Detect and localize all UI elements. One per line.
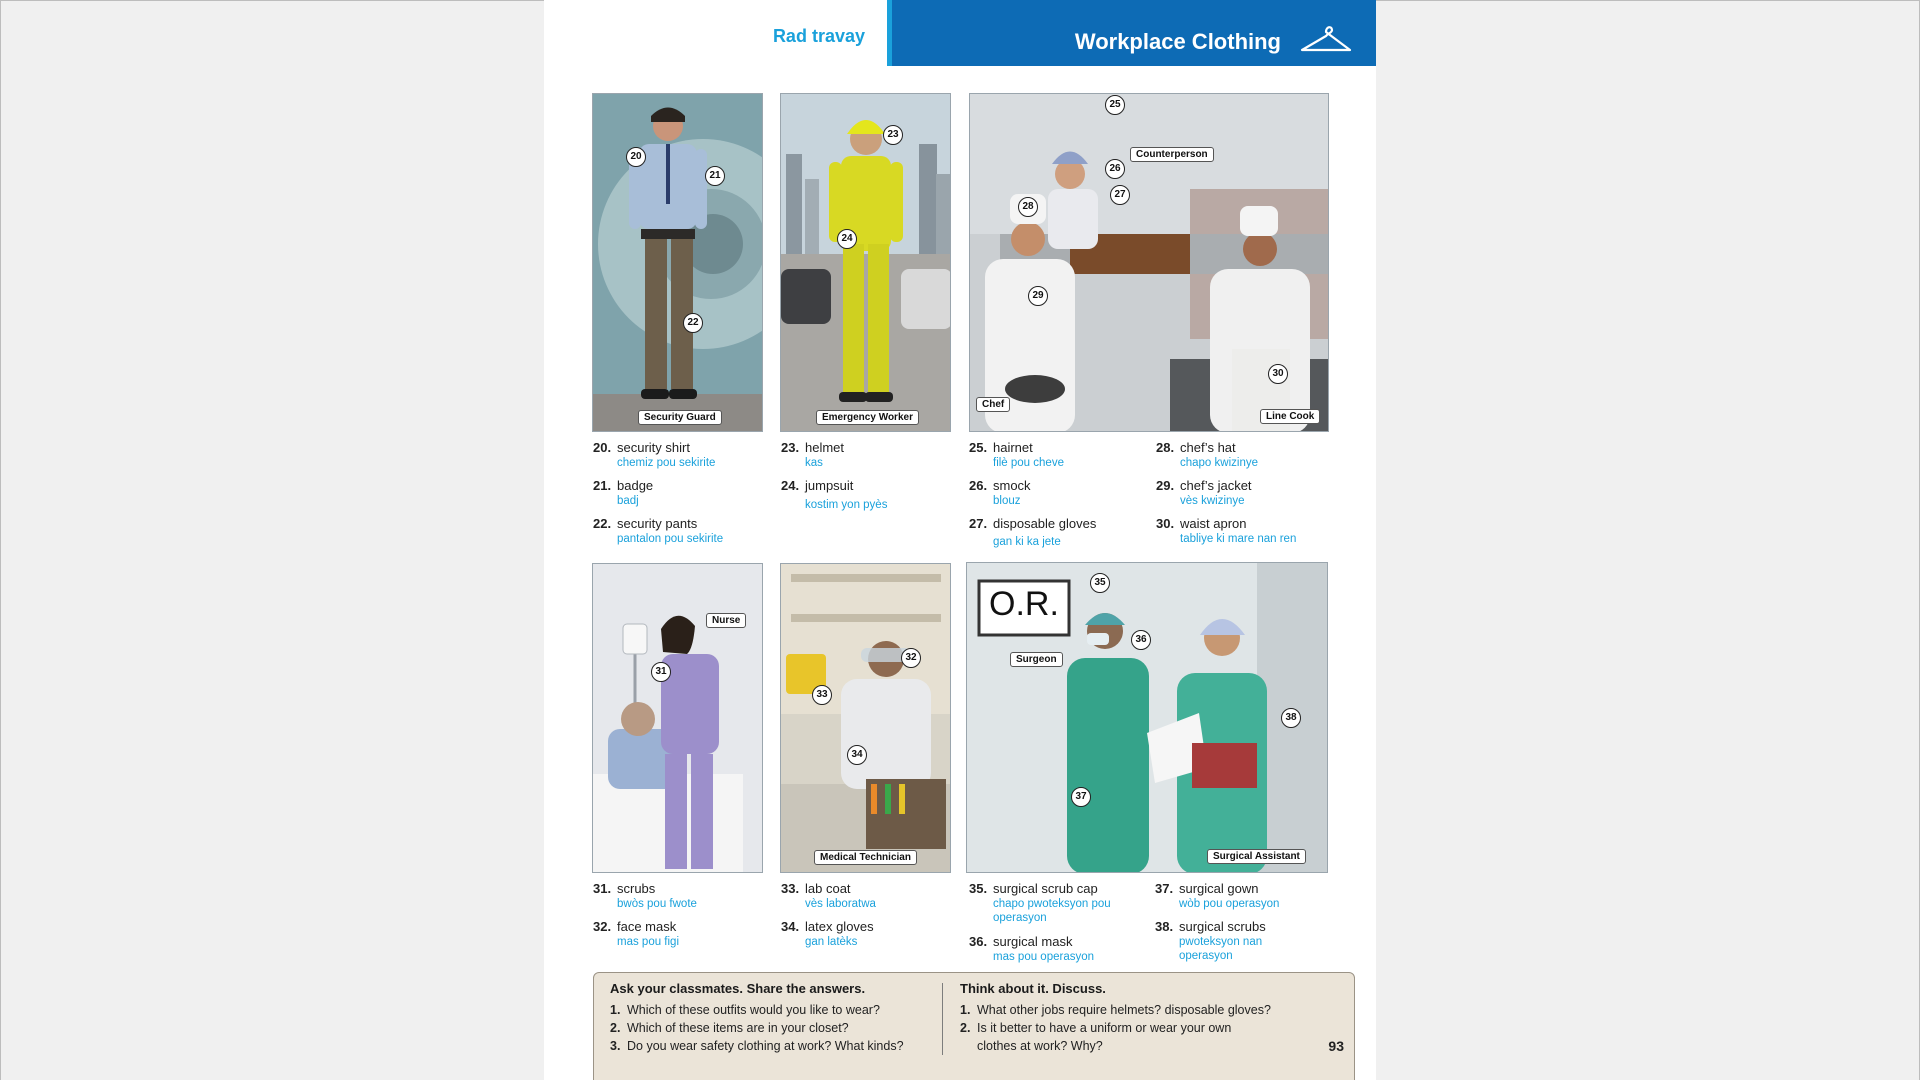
medical-technician-scene [781, 564, 950, 872]
question-left-3: 3. Do you wear safety clothing at work? W… [610, 1039, 904, 1053]
scene-label-surgeon: Surgeon [1010, 652, 1063, 667]
entry-23: 23. helmet kas [781, 440, 845, 469]
header-left: Rad travay [544, 0, 887, 66]
entry-37: 37. surgical gown wòb pou operasyon [1155, 881, 1280, 910]
callout-31: 31 [651, 662, 671, 682]
callout-33: 33 [812, 685, 832, 705]
question-left-1: 1. Which of these outfits would you like … [610, 1003, 880, 1017]
dictionary-page: Rad travay Workplace Clothing 20 21 22 S… [544, 0, 1376, 1080]
entry-30: 30. waist apron tabliye ki mare nan ren [1156, 516, 1297, 545]
entry-27: 27. disposable gloves gan ki ka jete [969, 516, 1097, 548]
scene-label-security-guard: Security Guard [638, 410, 722, 425]
callout-30: 30 [1268, 364, 1288, 384]
question-right-2-cont: clothes at work? Why? [977, 1039, 1103, 1053]
callout-23: 23 [883, 125, 903, 145]
question-divider [942, 983, 943, 1055]
callout-27: 27 [1110, 185, 1130, 205]
scene-label-counterperson: Counterperson [1130, 147, 1214, 162]
callout-32: 32 [901, 648, 921, 668]
scene-label-nurse: Nurse [706, 613, 747, 628]
entry-31: 31. scrubs bwòs pou fwote [593, 881, 697, 910]
entry-24: 24. jumpsuit kostim yon pyès [781, 478, 888, 511]
illustration-kitchen: 25 26 27 28 29 30 Counterperson Chef Lin… [969, 93, 1329, 432]
illustration-nurse: 31 Nurse [592, 563, 763, 873]
header-bar: Workplace Clothing [887, 0, 1376, 66]
scene-label-emergency-worker: Emergency Worker [816, 410, 919, 425]
questions-right-title: Think about it. Discuss. [960, 981, 1106, 996]
illustration-emergency-worker: 23 24 Emergency Worker [780, 93, 951, 432]
entry-32: 32. face mask mas pou figi [593, 919, 680, 948]
entry-29: 29. chef’s jacket vès kwizinye [1156, 478, 1252, 507]
entry-34: 34. latex gloves gan latèks [781, 919, 874, 948]
entry-22: 22. security pants pantalon pou sekirite [593, 516, 724, 545]
callout-25: 25 [1105, 95, 1125, 115]
entry-33: 33. lab coat vès laboratwa [781, 881, 876, 910]
callout-38: 38 [1281, 708, 1301, 728]
question-left-2: 2. Which of these items are in your close… [610, 1021, 849, 1035]
page-title: Workplace Clothing [1074, 29, 1281, 54]
questions-right: Think about it. Discuss. 1. What other jo… [960, 981, 1271, 1057]
entry-36: 36. surgical mask mas pou operasyon [969, 934, 1095, 963]
nurse-scene [593, 564, 762, 872]
callout-35: 35 [1090, 573, 1110, 593]
security-guard-figure [593, 107, 762, 431]
illustration-medical-technician: 32 33 34 Medical Technician [780, 563, 951, 873]
callout-21: 21 [705, 166, 725, 186]
entry-21: 21. badge badj [593, 478, 654, 507]
illustration-security-guard: 20 21 22 Security Guard [592, 93, 763, 432]
callout-20: 20 [626, 147, 646, 167]
scene-label-line-cook: Line Cook [1260, 409, 1321, 424]
callout-29: 29 [1028, 286, 1048, 306]
callout-22: 22 [683, 313, 703, 333]
scene-label-medical-technician: Medical Technician [814, 850, 917, 865]
callout-37: 37 [1071, 787, 1091, 807]
entry-26: 26. smock blouz [969, 478, 1031, 507]
entry-35: 35. surgical scrub cap chapo pwoteksyon p… [969, 881, 1111, 924]
entry-25: 25. hairnet filè pou cheve [969, 440, 1064, 469]
callout-28: 28 [1018, 197, 1038, 217]
illustration-operating-room: O.R. 35 36 37 38 Surgeon Surgical Assist… [966, 562, 1328, 873]
entry-20: 20. security shirt chemiz pou sekirite [593, 440, 716, 469]
scene-label-chef: Chef [976, 397, 1011, 412]
entry-28: 28. chef’s hat chapo kwizinye [1156, 440, 1258, 469]
entry-38: 38. surgical scrubs pwoteksyon nan operas… [1155, 919, 1266, 962]
question-right-2: 2. Is it better to have a uniform or wear… [960, 1021, 1232, 1035]
or-sign: O.R. [989, 585, 1059, 623]
questions-left-title: Ask your classmates. Share the answers. [610, 981, 866, 996]
emergency-worker-figure [781, 94, 950, 431]
callout-34: 34 [847, 745, 867, 765]
callout-36: 36 [1131, 630, 1151, 650]
scene-label-surgical-assistant: Surgical Assistant [1207, 849, 1306, 864]
questions-left: Ask your classmates. Share the answers. … [610, 981, 904, 1057]
callout-24: 24 [837, 229, 857, 249]
window-left-edge [0, 0, 1, 1080]
callout-26: 26 [1105, 159, 1125, 179]
question-box: Ask your classmates. Share the answers. … [593, 972, 1355, 1080]
section-label: Rad travay [772, 26, 865, 46]
hanger-icon [1300, 26, 1352, 52]
question-right-1: 1. What other jobs require helmets? dispo… [960, 1003, 1271, 1017]
page-number: 93 [1328, 1038, 1344, 1054]
